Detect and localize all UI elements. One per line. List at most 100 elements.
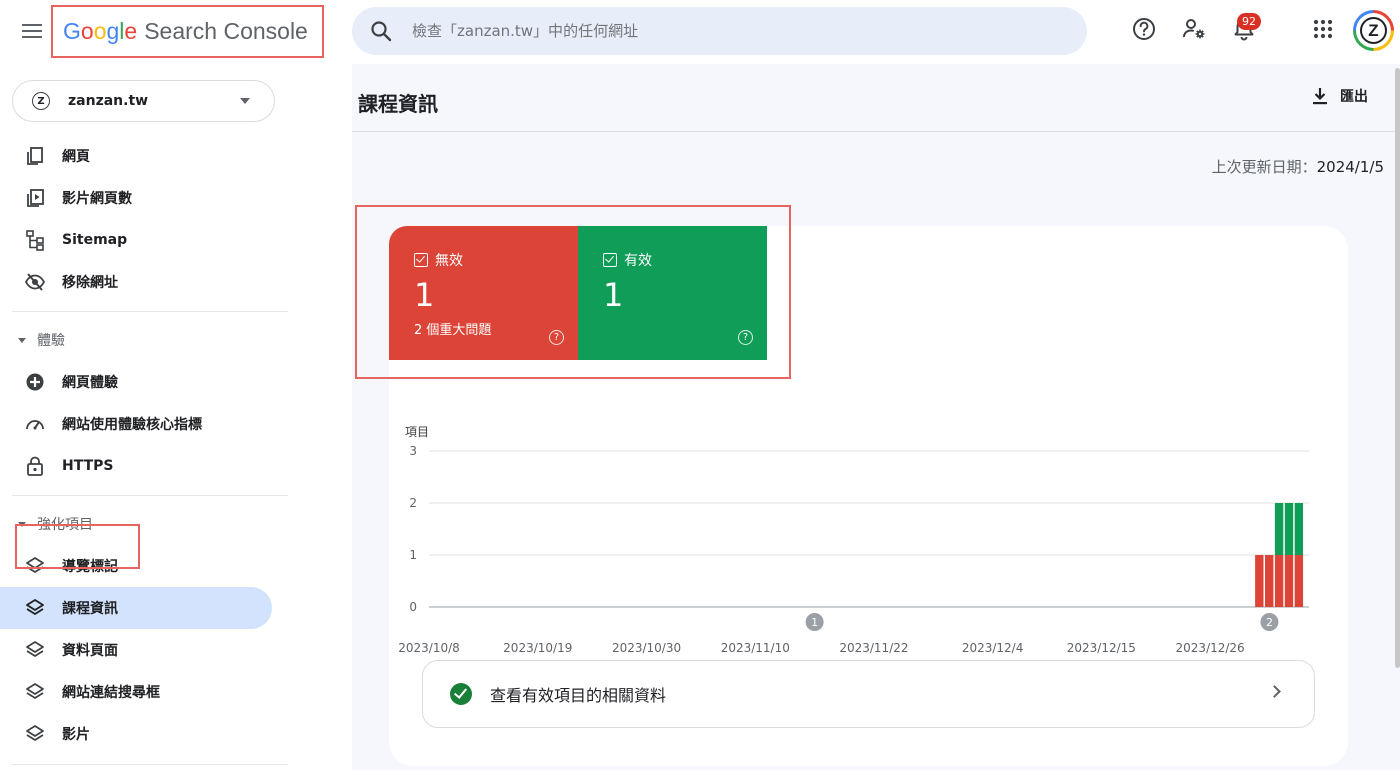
dropdown-arrow-icon: [240, 98, 250, 104]
chevron-right-icon: [1268, 685, 1281, 698]
sidebar-item-course-info[interactable]: 課程資訊: [0, 587, 272, 629]
x-tick-label: 2023/12/26: [1176, 641, 1245, 655]
tile-label: 有效: [624, 253, 652, 269]
logo-letter: o: [93, 18, 107, 44]
sidebar-divider: [12, 764, 288, 765]
sidebar-item-removals[interactable]: 移除網址: [0, 261, 272, 303]
product-logo[interactable]: Google Search Console: [51, 5, 324, 58]
page-title: 課程資訊: [358, 92, 438, 116]
sidebar-item-label: 網頁體驗: [62, 375, 118, 391]
sidebar-item-sitelinks-searchbox[interactable]: 網站連結搜尋框: [0, 671, 272, 713]
sidebar-item-label: 移除網址: [62, 275, 118, 291]
chart-bar: [1284, 555, 1294, 607]
video-pages-icon: [27, 189, 44, 207]
section-experience-toggle[interactable]: 體驗: [0, 322, 272, 358]
help-icon[interactable]: ?: [738, 330, 753, 345]
chart-bar: [1255, 555, 1264, 607]
page-header: 課程資訊 匯出: [352, 64, 1400, 132]
sidebar-item-video-pages[interactable]: 影片網頁數: [0, 177, 272, 219]
y-tick-label: 3: [409, 444, 417, 458]
sidebar-item-core-web-vitals[interactable]: 網站使用體驗核心指標: [0, 403, 272, 445]
property-icon: Z: [32, 92, 50, 110]
last-updated-label: 上次更新日期：: [1211, 158, 1317, 176]
section-enhancements-toggle[interactable]: 強化項目: [0, 506, 272, 542]
help-icon[interactable]: ?: [549, 330, 564, 345]
chart-bar: [1274, 503, 1284, 555]
section-title: 體驗: [37, 333, 65, 349]
layers-icon: [26, 557, 44, 573]
product-name: Search Console: [144, 18, 308, 44]
sidebar-item-videos[interactable]: 影片: [0, 713, 272, 755]
download-icon: [1313, 88, 1327, 105]
view-valid-items-row[interactable]: 查看有效項目的相關資料: [422, 660, 1315, 728]
collapse-triangle-icon: [18, 521, 26, 527]
pages-icon: [27, 147, 43, 165]
y-tick-label: 1: [409, 548, 417, 562]
logo-letter: g: [106, 18, 120, 44]
invalid-items-tile[interactable]: 無效 1 2 個重大問題 ?: [389, 226, 578, 360]
y-tick-label: 0: [409, 600, 417, 614]
chart-bar: [1284, 503, 1294, 555]
layers-icon: [26, 683, 44, 699]
search-icon[interactable]: [369, 19, 393, 43]
logo-letter: o: [80, 18, 94, 44]
search-input[interactable]: [412, 22, 1052, 40]
sidebar-item-label: 資料頁面: [62, 643, 118, 659]
last-updated: 上次更新日期：2024/1/5: [1212, 156, 1384, 177]
sitemap-icon: [26, 230, 44, 251]
sidebar-divider: [12, 495, 288, 496]
sidebar-item-label: 網站連結搜尋框: [62, 685, 160, 701]
sidebar-divider: [12, 311, 288, 312]
x-tick-label: 2023/11/10: [721, 641, 790, 655]
sidebar-item-label: 網頁: [62, 149, 90, 165]
help-icon[interactable]: [1131, 16, 1157, 42]
last-updated-date: 2024/1/5: [1316, 158, 1384, 176]
property-name: zanzan.tw: [68, 93, 149, 109]
items-chart: 項目 0 1 2 3 2023/10/8 2023/10/19 2023/10/30 2023/…: [398, 425, 1309, 655]
sidebar-item-label: 影片網頁數: [62, 191, 132, 207]
user-settings-icon[interactable]: [1181, 16, 1207, 42]
sidebar-item-label: 網站使用體驗核心指標: [62, 417, 202, 433]
hamburger-icon-line: [22, 36, 42, 38]
layers-icon: [26, 641, 44, 657]
tile-subtitle: 2 個重大問題: [414, 323, 492, 338]
layers-icon: [26, 599, 44, 615]
checkbox-icon[interactable]: [603, 253, 617, 267]
tile-count: 1: [603, 276, 624, 314]
y-axis-label: 項目: [405, 425, 429, 439]
tile-count: 1: [414, 276, 435, 314]
sidebar-item-sitemap[interactable]: Sitemap: [0, 219, 272, 261]
top-bar: Google Search Console 92 Z: [0, 0, 1400, 64]
annotation-label: 1: [811, 616, 818, 629]
tile-header: 無效: [414, 250, 463, 270]
checkbox-icon[interactable]: [414, 253, 428, 267]
x-tick-label: 2023/12/4: [962, 641, 1024, 655]
x-tick-label: 2023/10/8: [398, 641, 460, 655]
main-menu-button[interactable]: [18, 20, 46, 44]
sidebar-item-pages[interactable]: 網頁: [0, 135, 272, 177]
lock-icon: [27, 456, 43, 476]
sidebar-item-label: Sitemap: [62, 232, 128, 248]
export-button[interactable]: 匯出: [1310, 86, 1368, 106]
y-tick-label: 2: [409, 496, 417, 510]
cta-label: 查看有效項目的相關資料: [490, 686, 667, 705]
sidebar-item-breadcrumbs[interactable]: 導覽標記: [0, 545, 272, 587]
tile-header: 有效: [603, 250, 652, 270]
chart-bar: [1265, 555, 1274, 607]
sidebar-item-profile-page[interactable]: 資料頁面: [0, 629, 272, 671]
page-experience-icon: [26, 373, 44, 391]
page-scrollbar[interactable]: [1395, 68, 1400, 668]
account-avatar[interactable]: Z: [1353, 10, 1394, 51]
property-selector[interactable]: Z zanzan.tw: [12, 80, 275, 122]
valid-items-tile[interactable]: 有效 1 ?: [578, 226, 767, 360]
logo-letter: G: [63, 18, 81, 44]
hamburger-icon-line: [22, 30, 42, 32]
sidebar-item-label: 課程資訊: [62, 601, 118, 617]
sidebar-item-label: 導覽標記: [62, 559, 118, 575]
apps-grid-icon[interactable]: [1310, 16, 1336, 42]
sidebar-item-https[interactable]: HTTPS: [0, 445, 272, 487]
export-label: 匯出: [1340, 89, 1368, 105]
sidebar-item-page-experience[interactable]: 網頁體驗: [0, 361, 272, 403]
x-tick-label: 2023/10/30: [612, 641, 681, 655]
tile-label: 無效: [435, 253, 463, 269]
